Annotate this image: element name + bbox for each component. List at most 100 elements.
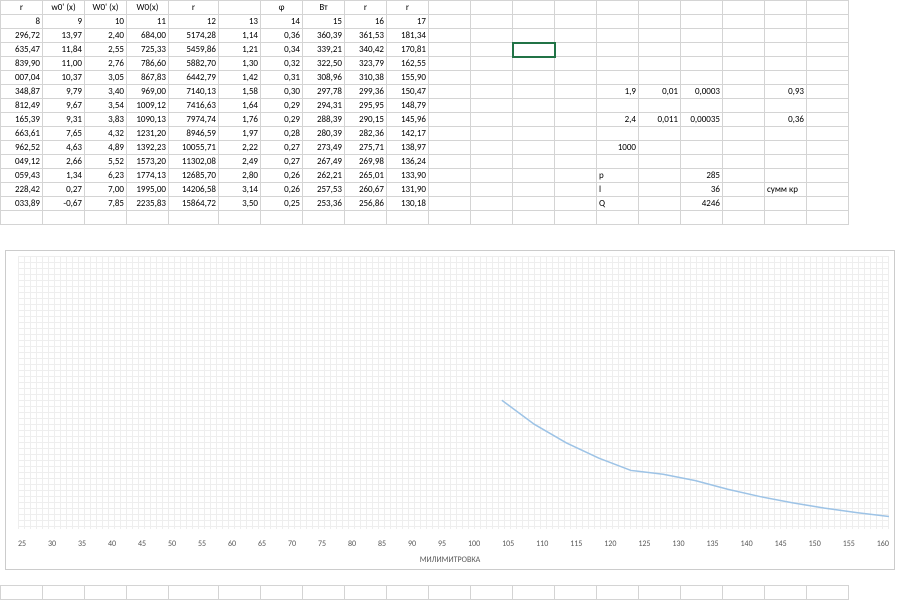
cell[interactable]: [471, 183, 513, 197]
cell[interactable]: 13: [219, 15, 261, 29]
cell[interactable]: [681, 99, 723, 113]
cell[interactable]: [681, 586, 723, 600]
cell[interactable]: 9,79: [43, 85, 85, 99]
cell[interactable]: [555, 15, 597, 29]
cell[interactable]: [639, 169, 681, 183]
cell[interactable]: [429, 141, 471, 155]
cell[interactable]: [513, 85, 555, 99]
column-header[interactable]: φ: [261, 1, 303, 15]
cell[interactable]: [639, 127, 681, 141]
cell[interactable]: 049,12: [1, 155, 43, 169]
cell[interactable]: [513, 57, 555, 71]
cell[interactable]: 3,50: [219, 197, 261, 211]
cell[interactable]: 133,90: [387, 169, 429, 183]
cell[interactable]: 9,31: [43, 113, 85, 127]
cell[interactable]: 170,81: [387, 43, 429, 57]
cell[interactable]: 148,79: [387, 99, 429, 113]
cell[interactable]: [639, 57, 681, 71]
cell[interactable]: 282,36: [345, 127, 387, 141]
cell[interactable]: [429, 586, 471, 600]
cell[interactable]: 2,22: [219, 141, 261, 155]
cell[interactable]: [639, 141, 681, 155]
cell[interactable]: 7416,63: [169, 99, 219, 113]
cell[interactable]: [471, 15, 513, 29]
cell[interactable]: 265,01: [345, 169, 387, 183]
cell[interactable]: [765, 155, 807, 169]
param-value[interactable]: 285: [681, 169, 723, 183]
cell[interactable]: 0,32: [261, 57, 303, 71]
cell[interactable]: [387, 211, 429, 225]
cell[interactable]: [807, 127, 849, 141]
cell[interactable]: 275,71: [345, 141, 387, 155]
cell[interactable]: 1000: [597, 141, 639, 155]
cell[interactable]: [429, 211, 471, 225]
cell[interactable]: 2,49: [219, 155, 261, 169]
cell[interactable]: 033,89: [1, 197, 43, 211]
cell[interactable]: [303, 211, 345, 225]
param-value[interactable]: 36: [681, 183, 723, 197]
cell[interactable]: 0,93: [765, 85, 807, 99]
cell[interactable]: [261, 586, 303, 600]
cell[interactable]: 131,90: [387, 183, 429, 197]
cell[interactable]: [807, 71, 849, 85]
cell[interactable]: [723, 71, 765, 85]
cell[interactable]: [765, 1, 807, 15]
cell[interactable]: 142,17: [387, 127, 429, 141]
cell[interactable]: 1,42: [219, 71, 261, 85]
cell[interactable]: 5,52: [85, 155, 127, 169]
cell[interactable]: [597, 71, 639, 85]
cell[interactable]: [429, 113, 471, 127]
cell[interactable]: [765, 586, 807, 600]
cell[interactable]: 3,05: [85, 71, 127, 85]
cell[interactable]: 6442,79: [169, 71, 219, 85]
cell[interactable]: [681, 127, 723, 141]
cell[interactable]: 5459,86: [169, 43, 219, 57]
cell[interactable]: [555, 586, 597, 600]
cell[interactable]: [639, 29, 681, 43]
cell[interactable]: [723, 85, 765, 99]
cell[interactable]: [429, 99, 471, 113]
column-header[interactable]: r: [345, 1, 387, 15]
cell[interactable]: [723, 197, 765, 211]
cell[interactable]: 1995,00: [127, 183, 169, 197]
cell[interactable]: [169, 211, 219, 225]
cell[interactable]: [555, 57, 597, 71]
cell[interactable]: [639, 197, 681, 211]
cell[interactable]: [471, 99, 513, 113]
cell[interactable]: 3,14: [219, 183, 261, 197]
cell[interactable]: [807, 183, 849, 197]
cell[interactable]: 260,67: [345, 183, 387, 197]
cell[interactable]: 322,50: [303, 57, 345, 71]
cell[interactable]: [555, 169, 597, 183]
cell[interactable]: 4,89: [85, 141, 127, 155]
column-header[interactable]: r: [1, 1, 43, 15]
cell[interactable]: [807, 155, 849, 169]
cell[interactable]: [807, 1, 849, 15]
cell[interactable]: 7,65: [43, 127, 85, 141]
cell[interactable]: [723, 1, 765, 15]
cell[interactable]: [429, 127, 471, 141]
cell[interactable]: [429, 155, 471, 169]
cell[interactable]: 1009,12: [127, 99, 169, 113]
cell[interactable]: [471, 113, 513, 127]
cell[interactable]: 262,21: [303, 169, 345, 183]
cell[interactable]: [555, 43, 597, 57]
cell[interactable]: 267,49: [303, 155, 345, 169]
cell[interactable]: [807, 197, 849, 211]
column-header[interactable]: r: [169, 1, 219, 15]
cell[interactable]: [765, 169, 807, 183]
cell[interactable]: 0,29: [261, 99, 303, 113]
cell[interactable]: 007,04: [1, 71, 43, 85]
cell[interactable]: 8: [1, 15, 43, 29]
cell[interactable]: [723, 211, 765, 225]
cell[interactable]: 3,40: [85, 85, 127, 99]
cell[interactable]: 0,30: [261, 85, 303, 99]
cell[interactable]: [303, 586, 345, 600]
cell[interactable]: 181,34: [387, 29, 429, 43]
cell[interactable]: 256,86: [345, 197, 387, 211]
cell[interactable]: 12685,70: [169, 169, 219, 183]
cell[interactable]: 0,27: [261, 141, 303, 155]
cell[interactable]: [513, 127, 555, 141]
cell[interactable]: [723, 99, 765, 113]
cell[interactable]: 162,55: [387, 57, 429, 71]
